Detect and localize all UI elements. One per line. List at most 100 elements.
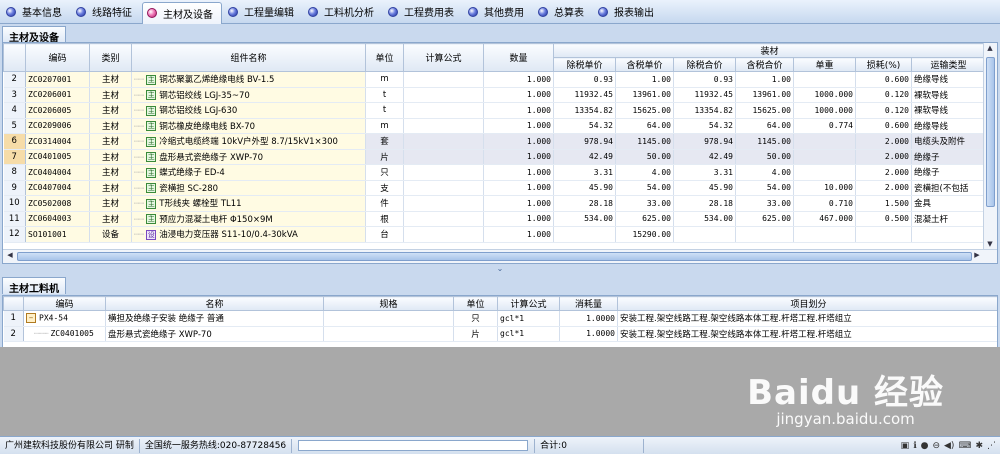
col-header-formula[interactable]: 计算公式 [403,43,484,72]
cell-notax-total[interactable]: 28.18 [673,195,736,212]
table-row[interactable]: 8 ZC0404004 主材 ┈┈ 主蝶式绝缘子 ED-4 只 1.000 3.31 4.00 3… [3,164,987,181]
table-row[interactable]: 3 ZC0206001 主材 ┈┈ 主钢芯铝绞线 LGJ-35~70 t 1.000 1193… [3,87,987,103]
cell-code[interactable]: ZC0404004 [25,164,90,181]
scrollbar-thumb[interactable] [986,57,995,207]
cell-name[interactable]: 盘形悬式瓷绝缘子 XWP-70 [105,326,324,342]
cell-notax-price[interactable]: 28.18 [553,195,616,212]
calendar-icon[interactable]: ▣ [901,441,910,451]
cell-transport[interactable]: 绝缘导线 [911,118,987,134]
col-header-category[interactable]: 类别 [89,43,132,72]
cell-qty[interactable]: 1.000 [483,102,554,119]
cell-transport[interactable]: 混凝土杆 [911,211,987,227]
cell-notax-total[interactable]: 3.31 [673,164,736,181]
cell-category[interactable]: 主材 [89,71,132,88]
cell-notax-price[interactable]: 13354.82 [553,102,616,119]
grip-icon[interactable]: ⋰ [987,441,996,451]
cell-category[interactable]: 主材 [89,195,132,212]
cell-qty[interactable]: 1.000 [483,71,554,88]
cell-loss[interactable]: 0.120 [855,87,912,103]
cell-transport[interactable]: 绝缘导线 [911,71,987,88]
cell-qty[interactable]: 1.000 [483,164,554,181]
cell-unit[interactable]: t [365,102,404,119]
col-header-unit-weight[interactable]: 单重 [793,57,856,72]
cell-loss[interactable]: 0.500 [855,211,912,227]
col-header-division[interactable]: 项目划分 [617,296,997,311]
main-grid-vertical-scrollbar[interactable]: ▲ ▼ [983,43,997,249]
cell-notax-price[interactable]: 3.31 [553,164,616,181]
col-header-loss[interactable]: 损耗(%) [855,57,912,72]
tab-6[interactable]: 其他费用 [464,2,532,22]
cell-qty[interactable]: 1.000 [483,211,554,227]
cell-division[interactable]: 安装工程.架空线路工程.架空线路本体工程.杆塔工程.杆塔组立 [617,326,997,342]
cell-tax-price[interactable]: 50.00 [615,149,674,165]
cell-name[interactable]: ┈┈ 主钢芯铝绞线 LGJ-35~70 [131,87,366,103]
cell-category[interactable]: 主材 [89,149,132,165]
cell-unit[interactable]: 台 [365,226,404,243]
cell-category[interactable]: 主材 [89,118,132,134]
scroll-left-arrow-icon[interactable]: ◀ [4,251,16,259]
cell-loss[interactable]: 2.000 [855,164,912,181]
cell-qty[interactable]: 1.000 [483,118,554,134]
cell-loss[interactable]: 1.500 [855,195,912,212]
cell-tax-total[interactable]: 54.00 [735,180,794,196]
cell-loss[interactable]: 0.120 [855,102,912,119]
tab-0[interactable]: 基本信息 [2,2,70,22]
cell-formula[interactable] [403,195,484,212]
cell-name[interactable]: ┈┈ 主冷缩式电缆终端 10kV户外型 8.7/15kV1×300 [131,133,366,150]
col-header-unit[interactable]: 单位 [453,296,498,311]
cell-code[interactable]: − PX4-54 [23,310,106,327]
cell-unit[interactable]: 支 [365,180,404,196]
col-header-code[interactable]: 编码 [23,296,106,311]
cell-transport[interactable]: 电缆头及附件 [911,133,987,150]
tab-8[interactable]: 报表输出 [594,2,662,22]
cell-name[interactable]: ┈┈ 主钢芯铝绞线 LGJ-630 [131,102,366,119]
cell-category[interactable]: 主材 [89,133,132,150]
cell-notax-total[interactable]: 534.00 [673,211,736,227]
cell-loss[interactable]: 2.000 [855,133,912,150]
cell-name[interactable]: ┈┈ 主铜芯橡皮绝缘电线 BX-70 [131,118,366,134]
cell-code[interactable]: ┈┈┈ ZC0401005 [23,326,106,342]
cell-formula[interactable] [403,102,484,119]
cell-loss[interactable] [855,226,912,243]
keyboard-icon[interactable]: ⌨ [958,441,971,451]
col-header-consumption[interactable]: 消耗量 [559,296,618,311]
cell-name[interactable]: ┈┈ 设油浸电力变压器 S11-10/0.4-30kVA [131,226,366,243]
cell-notax-price[interactable] [553,226,616,243]
cell-tax-price[interactable]: 1145.00 [615,133,674,150]
col-header-notax-total[interactable]: 除税合价 [673,57,736,72]
col-header-code[interactable]: 编码 [25,43,90,72]
scrollbar-thumb[interactable] [17,252,972,261]
cell-unit[interactable]: m [365,71,404,88]
cell-unit[interactable]: 套 [365,133,404,150]
cell-unit[interactable]: 片 [365,149,404,165]
record-icon[interactable]: ● [921,441,929,451]
cell-tax-total[interactable]: 625.00 [735,211,794,227]
table-row[interactable]: 10 ZC0502008 主材 ┈┈ 主 T形线夹 螺栓型 TL11 件 1.000 28.18… [3,195,987,212]
tab-4[interactable]: 工料机分析 [304,2,382,22]
cell-unit[interactable]: 根 [365,211,404,227]
cell-tax-total[interactable]: 4.00 [735,164,794,181]
cell-formula[interactable] [403,180,484,196]
cell-unit-weight[interactable] [793,133,856,150]
cell-notax-total[interactable]: 978.94 [673,133,736,150]
cell-spec[interactable] [323,310,454,327]
cell-formula[interactable] [403,87,484,103]
cell-notax-total[interactable] [673,226,736,243]
cell-notax-price[interactable]: 54.32 [553,118,616,134]
cell-formula[interactable] [403,211,484,227]
cell-code[interactable]: ZC0209006 [25,118,90,134]
cell-qty[interactable]: 1.000 [483,133,554,150]
cell-transport[interactable]: 瓷横担(不包括 [911,180,987,196]
panel-splitter[interactable]: ⌄ [0,264,1000,273]
cell-qty[interactable]: 1.000 [483,149,554,165]
cell-formula[interactable] [403,149,484,165]
col-header-notax-price[interactable]: 除税单价 [553,57,616,72]
cell-code[interactable]: ZC0407004 [25,180,90,196]
cell-unit-weight[interactable]: 1000.000 [793,102,856,119]
cell-formula[interactable]: gcl*1 [497,326,560,342]
cell-code[interactable]: ZC0206001 [25,87,90,103]
col-header-name[interactable]: 名称 [105,296,324,311]
cell-tax-price[interactable]: 15290.00 [615,226,674,243]
table-row[interactable]: 11 ZC0604003 主材 ┈┈ 主预应力混凝土电杆 Φ150×9M 根 1.000 53… [3,211,987,227]
cell-loss[interactable]: 0.600 [855,71,912,88]
